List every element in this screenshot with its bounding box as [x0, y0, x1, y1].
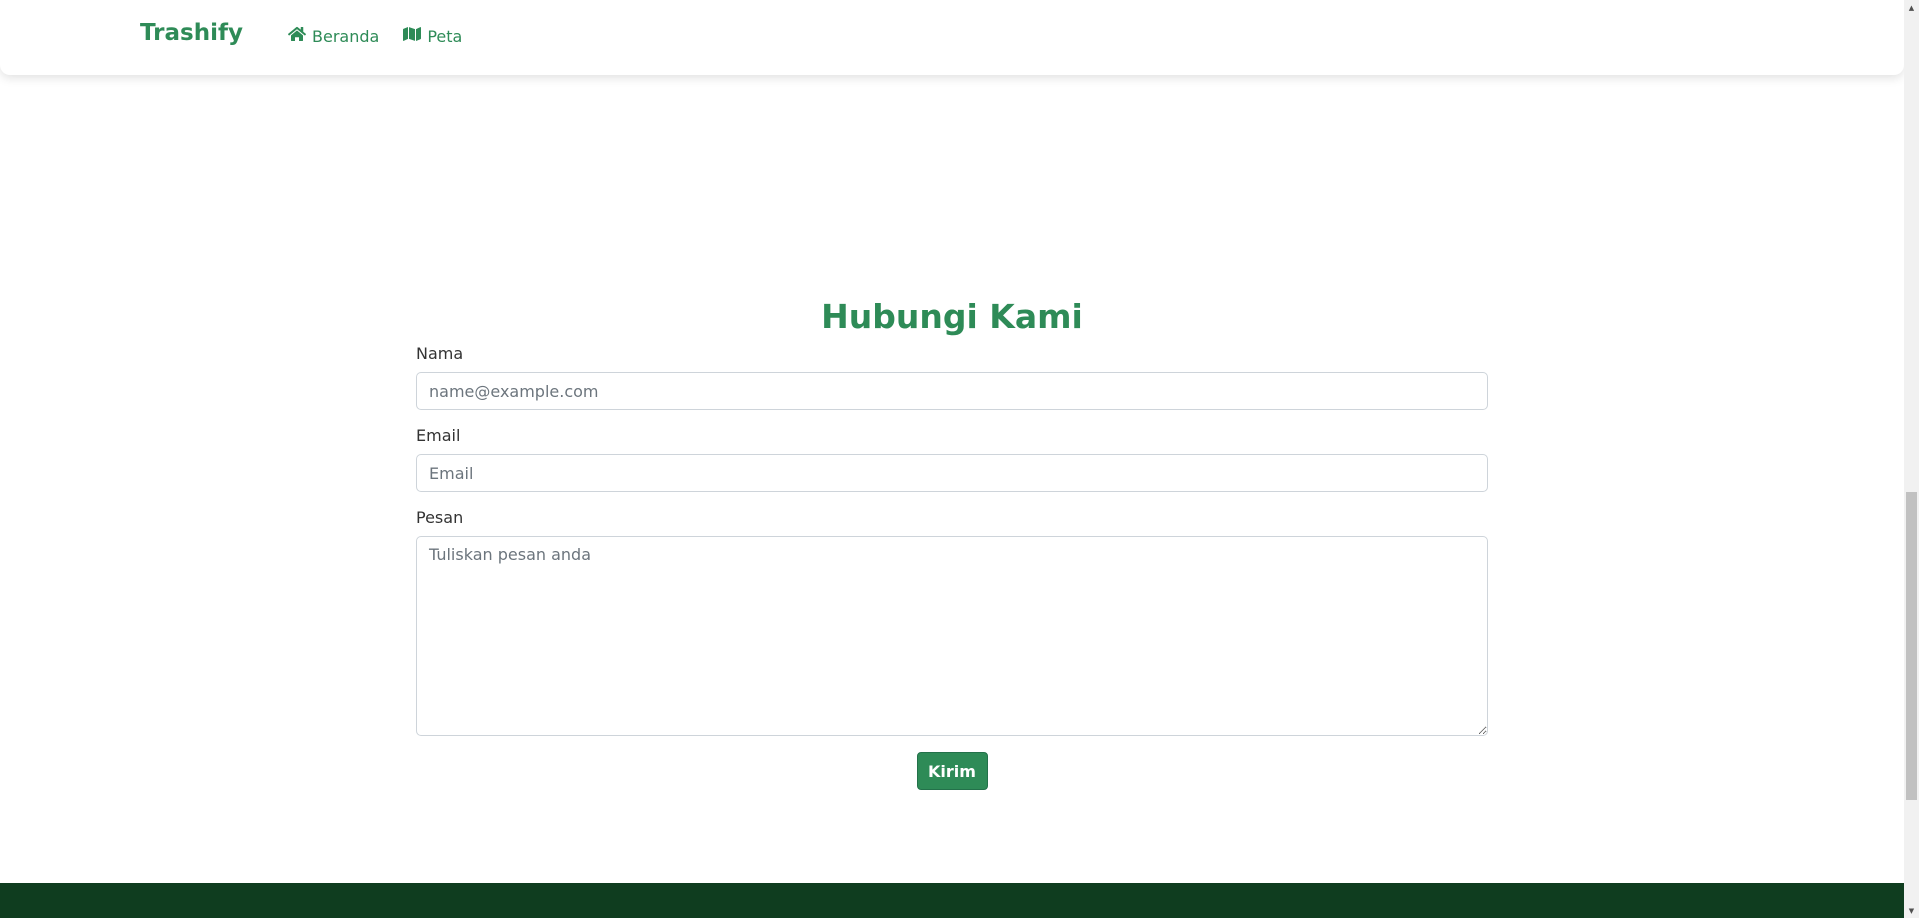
nav-link-label: Beranda [312, 26, 380, 46]
name-input[interactable] [416, 372, 1488, 410]
home-icon [287, 26, 307, 46]
message-textarea[interactable] [416, 536, 1488, 736]
brand-logo[interactable]: Trashify [140, 20, 243, 46]
footer [0, 883, 1904, 918]
navbar: Trashify Beranda Peta [0, 0, 1904, 75]
email-label: Email [416, 426, 461, 445]
contact-section: Hubungi Kami Nama Email Pesan Kirim [416, 290, 1488, 790]
name-label: Nama [416, 344, 464, 363]
nav-link-peta[interactable]: Peta [403, 26, 462, 46]
submit-button[interactable]: Kirim [916, 752, 988, 790]
message-label: Pesan [416, 508, 464, 527]
scroll-down-arrow-icon[interactable]: ▼ [1904, 903, 1919, 918]
email-group: Email [416, 426, 1488, 492]
message-group: Pesan [416, 508, 1488, 736]
name-group: Nama [416, 344, 1488, 410]
scrollbar-thumb[interactable] [1906, 492, 1917, 800]
page: Trashify Beranda Peta Hubungi Kami Nama … [0, 0, 1904, 918]
scrollbar[interactable]: ▲ ▼ [1904, 0, 1919, 918]
map-icon [403, 26, 422, 46]
contact-title: Hubungi Kami [821, 297, 1083, 336]
nav-link-label: Peta [427, 26, 463, 46]
scroll-up-arrow-icon[interactable]: ▲ [1904, 0, 1919, 15]
nav-links: Beranda Peta [287, 26, 462, 46]
nav-link-beranda[interactable]: Beranda [287, 26, 380, 46]
submit-row: Kirim [416, 752, 1488, 790]
email-input[interactable] [416, 454, 1488, 492]
